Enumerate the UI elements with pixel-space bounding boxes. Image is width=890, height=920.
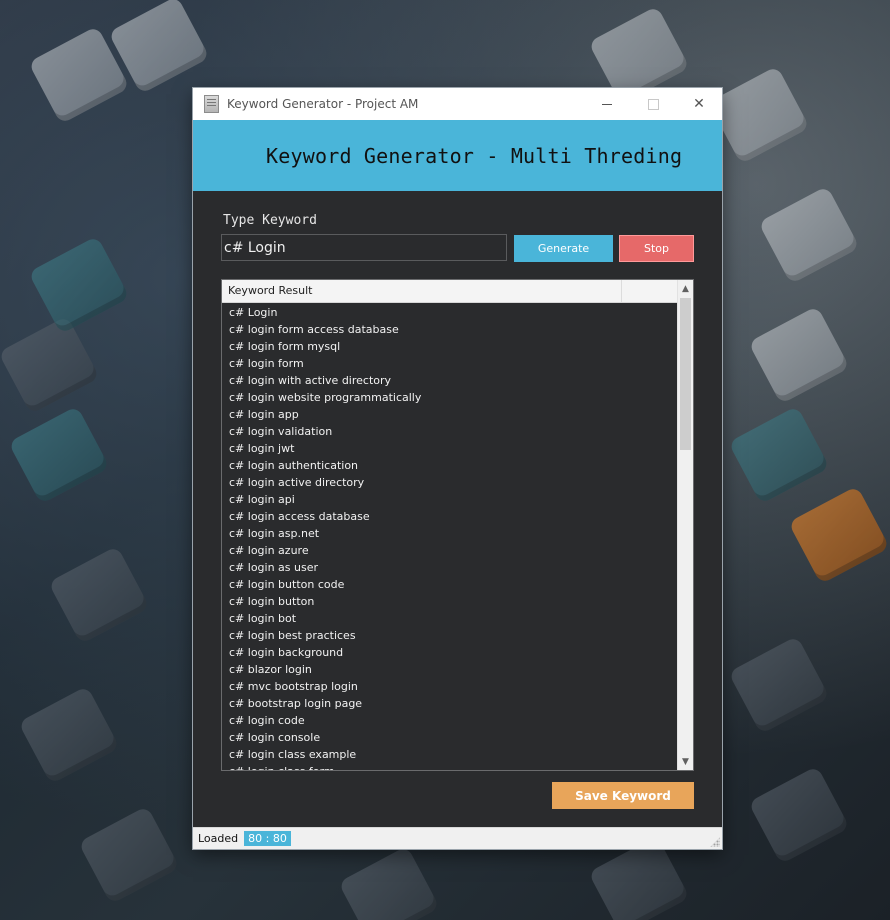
list-item[interactable]: c# login best practices bbox=[222, 627, 678, 644]
list-item[interactable]: c# login button bbox=[222, 593, 678, 610]
list-item[interactable]: c# Login bbox=[222, 304, 678, 321]
list-item[interactable]: c# mvc bootstrap login bbox=[222, 678, 678, 695]
list-item[interactable]: c# login access database bbox=[222, 508, 678, 525]
status-bar: Loaded 80 : 80 bbox=[193, 827, 722, 849]
generate-button[interactable]: Generate bbox=[514, 235, 613, 262]
list-item[interactable]: c# login code bbox=[222, 712, 678, 729]
title-bar[interactable]: Keyword Generator - Project AM ✕ bbox=[193, 88, 722, 120]
list-item[interactable]: c# login app bbox=[222, 406, 678, 423]
minimize-icon bbox=[602, 103, 612, 105]
list-item[interactable]: c# login background bbox=[222, 644, 678, 661]
resize-grip-icon[interactable] bbox=[710, 837, 720, 847]
background-key bbox=[728, 635, 830, 735]
scroll-up-icon[interactable]: ▲ bbox=[678, 280, 693, 297]
list-item[interactable]: c# login api bbox=[222, 491, 678, 508]
list-item[interactable]: c# login class form bbox=[222, 763, 678, 770]
list-item[interactable]: c# login website programmatically bbox=[222, 389, 678, 406]
background-key bbox=[78, 805, 180, 905]
result-rows: c# Login c# login form access database c# … bbox=[222, 303, 678, 770]
list-item[interactable]: c# blazor login bbox=[222, 661, 678, 678]
minimize-button[interactable] bbox=[584, 88, 630, 120]
close-icon: ✕ bbox=[693, 96, 705, 112]
list-item[interactable]: c# login active directory bbox=[222, 474, 678, 491]
list-item[interactable]: c# login as user bbox=[222, 559, 678, 576]
window-controls: ✕ bbox=[584, 88, 722, 120]
keyword-result-list[interactable]: Keyword Result c# Login c# login form acc… bbox=[221, 279, 694, 771]
type-keyword-label: Type Keyword bbox=[223, 213, 317, 228]
list-item[interactable]: c# login form mysql bbox=[222, 338, 678, 355]
scroll-down-icon[interactable]: ▼ bbox=[678, 753, 693, 770]
app-window: Keyword Generator - Project AM ✕ Keyword… bbox=[193, 88, 722, 849]
background-key bbox=[758, 185, 860, 285]
header-title: Keyword Generator - Multi Threding bbox=[266, 143, 683, 168]
background-key bbox=[788, 485, 890, 585]
background-key bbox=[48, 545, 150, 645]
list-item[interactable]: c# bootstrap login page bbox=[222, 695, 678, 712]
header-banner: Keyword Generator - Multi Threding bbox=[193, 120, 722, 191]
close-button[interactable]: ✕ bbox=[676, 88, 722, 120]
main-content: Type Keyword Generate Stop Keyword Resul… bbox=[193, 191, 722, 817]
background-key bbox=[708, 65, 810, 165]
window-title: Keyword Generator - Project AM bbox=[227, 97, 419, 111]
stop-button[interactable]: Stop bbox=[619, 235, 694, 262]
list-item[interactable]: c# login azure bbox=[222, 542, 678, 559]
status-count-badge: 80 : 80 bbox=[244, 831, 291, 846]
background-key bbox=[748, 305, 850, 405]
background-key bbox=[338, 845, 440, 920]
background-key bbox=[0, 315, 100, 415]
background-key bbox=[8, 405, 110, 505]
list-item[interactable]: c# login form bbox=[222, 355, 678, 372]
list-header: Keyword Result bbox=[222, 280, 678, 303]
background-key bbox=[728, 405, 830, 505]
vertical-scrollbar[interactable]: ▲ ▼ bbox=[677, 280, 693, 770]
list-item[interactable]: c# login form access database bbox=[222, 321, 678, 338]
app-icon bbox=[204, 95, 219, 113]
background-key bbox=[28, 235, 130, 335]
scroll-thumb[interactable] bbox=[680, 298, 691, 450]
list-item[interactable]: c# login button code bbox=[222, 576, 678, 593]
status-label: Loaded bbox=[198, 832, 239, 845]
keyword-input[interactable] bbox=[221, 234, 507, 261]
list-item[interactable]: c# login jwt bbox=[222, 440, 678, 457]
save-keyword-button[interactable]: Save Keyword bbox=[552, 782, 694, 809]
list-item[interactable]: c# login with active directory bbox=[222, 372, 678, 389]
list-item[interactable]: c# login class example bbox=[222, 746, 678, 763]
list-item[interactable]: c# login asp.net bbox=[222, 525, 678, 542]
maximize-icon bbox=[647, 98, 659, 110]
list-item[interactable]: c# login validation bbox=[222, 423, 678, 440]
maximize-button[interactable] bbox=[630, 88, 676, 120]
column-header-keyword-result[interactable]: Keyword Result bbox=[222, 280, 622, 302]
background-key bbox=[748, 765, 850, 865]
background-key bbox=[18, 685, 120, 785]
list-item[interactable]: c# login bot bbox=[222, 610, 678, 627]
list-item[interactable]: c# login authentication bbox=[222, 457, 678, 474]
list-item[interactable]: c# login console bbox=[222, 729, 678, 746]
